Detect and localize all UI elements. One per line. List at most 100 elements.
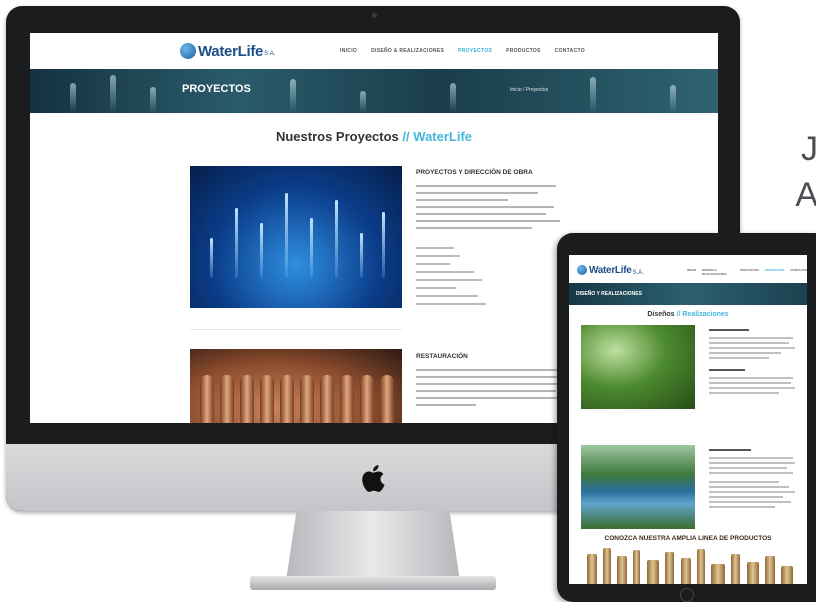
text-line	[709, 467, 787, 469]
water-jet	[310, 218, 313, 278]
bullet-item	[416, 247, 454, 249]
text-line	[709, 337, 793, 339]
site-header: WaterLife S.A. INICIO DISEÑO & REALIZACI…	[30, 33, 718, 69]
imac-stand-base	[250, 576, 496, 590]
water-drop-icon	[180, 43, 196, 59]
water-jet	[210, 238, 213, 278]
camera-icon	[372, 13, 377, 18]
text-line	[709, 496, 783, 498]
home-button-icon[interactable]	[680, 588, 694, 602]
ipad-tablet: WaterLife S.A. INICIO DISEÑO & REALIZACI…	[557, 233, 816, 602]
bullet-item	[416, 263, 450, 265]
page-title: PROYECTOS	[182, 83, 251, 95]
nav-item-diseno[interactable]: DISEÑO & REALIZACIONES	[702, 268, 734, 276]
text-line	[416, 185, 556, 187]
site-logo[interactable]: WaterLife S.A.	[180, 41, 275, 61]
text-line	[709, 472, 793, 474]
text-line	[709, 491, 795, 493]
nav-item-diseno[interactable]: DISEÑO & REALIZACIONES	[371, 48, 444, 54]
fountain-project-image	[190, 166, 402, 308]
garden-pond-image	[581, 325, 695, 409]
sculpture-rib	[340, 375, 354, 423]
divider	[190, 329, 402, 330]
nav-item-productos[interactable]: PRODUCTOS	[506, 48, 541, 54]
nav-item-inicio[interactable]: INICIO	[340, 48, 357, 54]
text-line	[709, 481, 779, 483]
text-line	[416, 220, 560, 222]
bullet-item	[416, 287, 456, 289]
bullet-item	[416, 255, 460, 257]
tablet-section-title-accent: Realizaciones	[682, 311, 729, 318]
water-jet	[335, 200, 338, 278]
tablet-site-logo[interactable]: WaterLife S.A.	[577, 264, 644, 276]
tablet-section-title-separator: //	[676, 311, 681, 318]
logo-text: WaterLife	[198, 42, 264, 60]
section-title: Nuestros Proyectos // WaterLife	[30, 129, 718, 144]
text-line	[709, 377, 793, 379]
text-line	[416, 206, 554, 208]
text-line	[709, 457, 793, 459]
products-banner[interactable]: CONOZCA NUESTRA AMPLIA LINEA DE PRODUCTO…	[569, 535, 807, 542]
text-line	[709, 486, 789, 488]
fountain-spray	[290, 79, 296, 113]
text-line	[416, 199, 508, 201]
text-line	[709, 387, 795, 389]
text-line	[709, 501, 791, 503]
apple-logo-icon	[362, 465, 385, 492]
bullet-item	[416, 295, 478, 297]
nav-item-inicio[interactable]: INICIO	[687, 268, 696, 276]
text-heading-line	[709, 449, 751, 451]
fountain-spray	[590, 77, 596, 113]
breadcrumb[interactable]: Inicio / Proyectos	[510, 87, 548, 93]
restoration-project-image	[190, 349, 402, 423]
nav-item-contacto[interactable]: CONTACTO	[555, 48, 585, 54]
text-line	[709, 352, 781, 354]
text-line	[416, 227, 532, 229]
nozzle-product	[633, 550, 640, 584]
nav-item-proyectos[interactable]: PROYECTOS	[458, 48, 492, 54]
water-jet	[260, 223, 263, 278]
text-line	[416, 390, 556, 392]
nozzle-product	[681, 558, 691, 584]
sculpture-rib	[380, 375, 394, 423]
tablet-section-title-text: Diseños	[647, 311, 675, 318]
nozzle-product	[781, 566, 793, 584]
fountain-spray	[70, 83, 76, 113]
side-text-j: J	[801, 130, 816, 168]
imac-stand	[286, 511, 460, 581]
section-title-text: Nuestros Proyectos	[275, 129, 399, 144]
text-line	[416, 383, 568, 385]
text-line	[709, 342, 789, 344]
text-line	[416, 213, 546, 215]
nozzle-product	[711, 564, 725, 584]
sculpture-rib	[220, 375, 234, 423]
tablet-section-title: Diseños // Realizaciones	[569, 311, 807, 318]
water-jet	[382, 212, 385, 278]
nozzle-product	[587, 554, 597, 584]
sculpture-rib	[320, 375, 334, 423]
project-heading: RESTAURACIÓN	[416, 353, 468, 360]
water-jet	[285, 193, 288, 278]
water-drop-icon	[577, 265, 587, 275]
sculpture-rib	[280, 375, 294, 423]
nozzle-product	[765, 556, 775, 584]
section-title-accent: WaterLife	[413, 129, 473, 144]
text-line	[416, 192, 538, 194]
fountain-spray	[150, 87, 156, 113]
sculpture-rib	[260, 375, 274, 423]
main-nav: INICIO DISEÑO & REALIZACIONES PROYECTOS …	[340, 48, 585, 54]
page-banner: PROYECTOS Inicio / Proyectos	[30, 69, 718, 113]
section-title-separator: //	[402, 129, 410, 144]
nav-item-contacto[interactable]: CONTACTO	[790, 268, 807, 276]
text-line	[709, 357, 769, 359]
water-jet	[235, 208, 238, 278]
tablet-page-title: DISEÑO Y REALIZACIONES	[576, 291, 642, 297]
sculpture-rib	[240, 375, 254, 423]
nozzle-product	[603, 548, 611, 584]
sculpture-rib	[360, 375, 374, 423]
text-heading-line	[709, 369, 745, 371]
bullet-item	[416, 303, 486, 305]
nav-item-proyectos[interactable]: PROYECTOS	[740, 268, 759, 276]
nav-item-productos[interactable]: PRODUCTOS	[765, 268, 784, 276]
nozzle-product	[731, 554, 740, 584]
